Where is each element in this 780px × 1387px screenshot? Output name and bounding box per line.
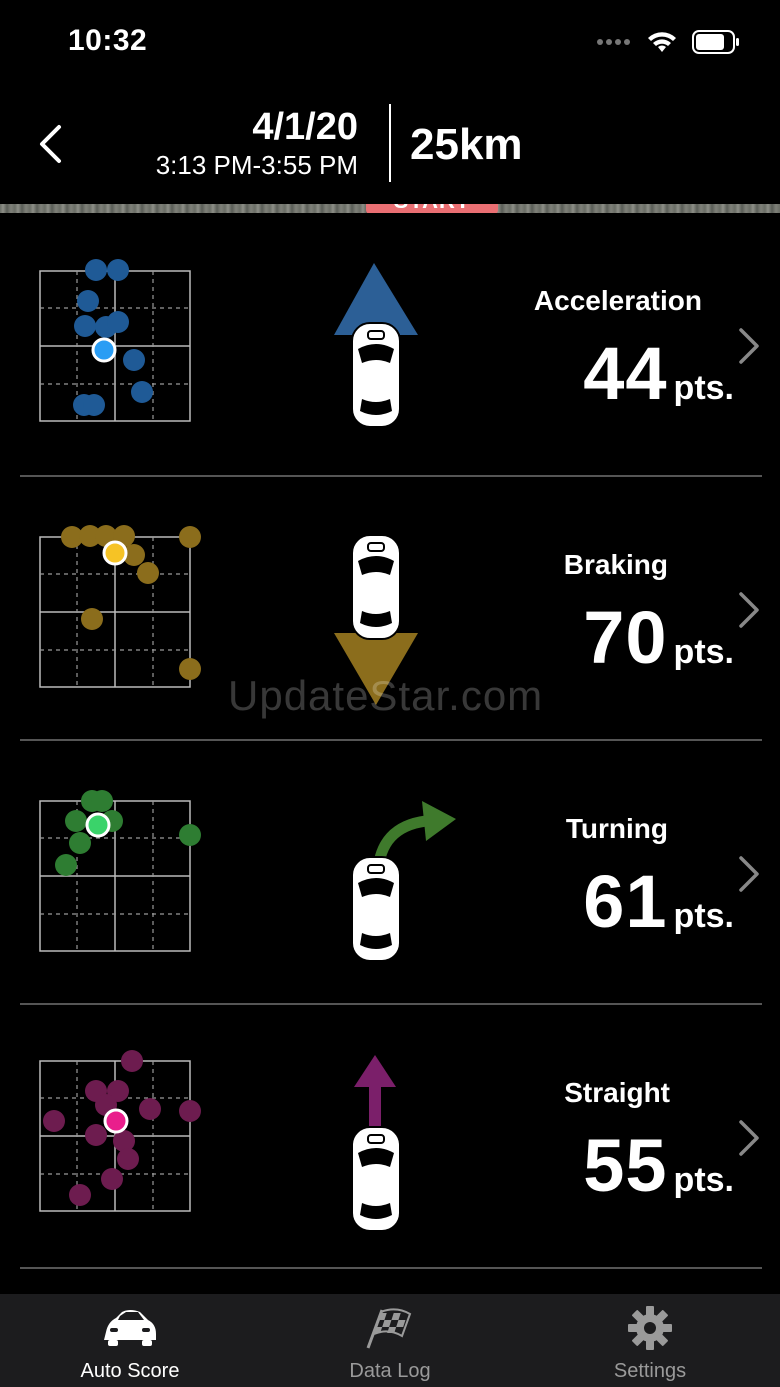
score-row-acceleration[interactable]: Acceleration 44 pts.	[0, 213, 780, 477]
signal-dots-icon	[597, 39, 630, 45]
trip-time-range: 3:13 PM-3:55 PM	[155, 150, 358, 180]
category-label: Turning	[565, 813, 668, 844]
wifi-icon	[648, 32, 676, 52]
straight-scatter-plot	[39, 1050, 201, 1212]
up-arrow-car-icon	[351, 1055, 401, 1232]
trip-header: 4/1/20 3:13 PM-3:55 PM 25km	[0, 88, 780, 204]
map-preview[interactable]: START	[0, 204, 780, 213]
category-label: Straight	[564, 1077, 670, 1108]
tab-data-log[interactable]: Data Log	[260, 1294, 520, 1387]
score-row-braking[interactable]: Braking 70 pts.	[0, 477, 780, 741]
status-time: 10:32	[68, 24, 148, 57]
chevron-right-icon	[739, 1120, 759, 1156]
status-bar: 10:32	[0, 0, 780, 88]
tab-auto-score[interactable]: Auto Score	[0, 1294, 260, 1387]
status-icons	[596, 30, 740, 54]
tab-bar: Auto Score Data Log Settings	[0, 1294, 780, 1387]
score-value: 55 pts.	[583, 1123, 734, 1208]
chevron-left-icon	[40, 125, 61, 163]
score-value: 44 pts.	[583, 331, 734, 416]
score-unit: pts.	[673, 369, 734, 407]
trip-distance: 25km	[410, 120, 523, 169]
up-triangle-car-icon	[334, 263, 418, 428]
category-label: Acceleration	[533, 285, 702, 316]
score-value: 70 pts.	[583, 595, 734, 680]
turning-scatter-plot	[39, 790, 201, 952]
battery-icon	[692, 30, 739, 54]
turn-arrow-car-icon	[351, 801, 456, 962]
score-unit: pts.	[673, 1161, 734, 1199]
trip-date: 4/1/20	[252, 106, 358, 148]
chevron-right-icon	[739, 592, 759, 628]
score-number: 70	[583, 596, 668, 679]
tab-label: Auto Score	[80, 1360, 180, 1382]
chevron-right-icon	[739, 856, 759, 892]
score-unit: pts.	[673, 633, 734, 671]
down-triangle-car-icon	[334, 534, 418, 705]
score-unit: pts.	[673, 897, 734, 935]
header-divider	[389, 104, 391, 182]
car-icon	[104, 1310, 156, 1346]
tab-settings[interactable]: Settings	[520, 1294, 780, 1387]
score-number: 55	[583, 1124, 668, 1207]
acceleration-scatter-plot	[39, 259, 191, 422]
score-row-turning[interactable]: Turning 61 pts.	[0, 741, 780, 1005]
braking-scatter-plot	[39, 525, 201, 688]
tab-label: Settings	[613, 1360, 687, 1382]
category-label: Braking	[563, 549, 668, 580]
back-button[interactable]	[28, 116, 72, 172]
checkered-flag-icon	[366, 1308, 412, 1349]
map-start-marker: START	[366, 204, 498, 213]
tab-label: Data Log	[349, 1360, 431, 1382]
row-divider	[20, 1267, 762, 1269]
score-number: 61	[583, 860, 668, 943]
score-value: 61 pts.	[583, 859, 734, 944]
score-row-straight[interactable]: Straight 55 pts.	[0, 1005, 780, 1269]
score-number: 44	[583, 332, 668, 415]
gear-icon	[628, 1306, 672, 1350]
chevron-right-icon	[739, 328, 759, 364]
